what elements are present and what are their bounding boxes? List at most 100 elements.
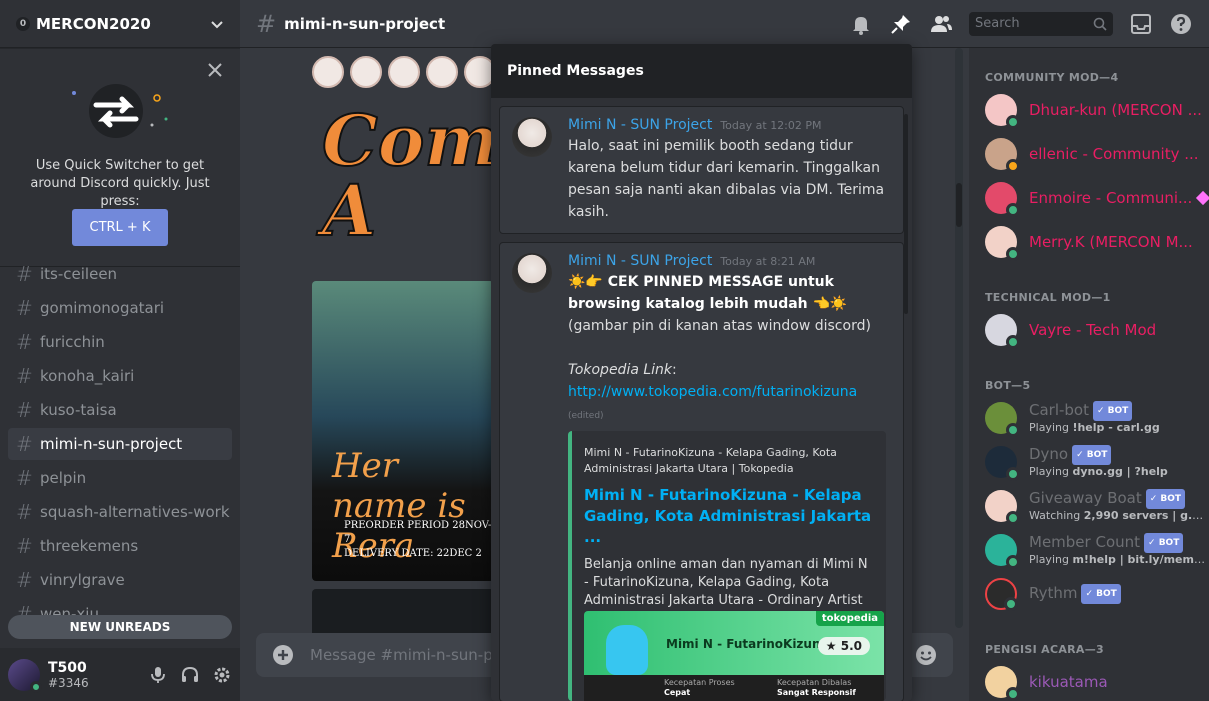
poster-text: PREORDER PERIOD 28NOV-7 DELIVERY DATE: 2… <box>344 519 494 561</box>
channel-item[interactable]: # threekemens <box>8 530 232 562</box>
member-item[interactable]: Vayre - Tech Mod <box>977 308 1209 352</box>
member-item[interactable]: Dhuar-kun (MERCON ... <box>977 88 1209 132</box>
online-status-icon <box>1006 555 1020 569</box>
channel-topbar: # mimi-n-sun-project Search <box>240 0 1209 48</box>
online-status-icon <box>1004 597 1018 611</box>
member-group-title: COMMUNITY MOD—4 <box>985 71 1119 84</box>
member-name: Vayre - Tech Mod <box>1029 321 1157 339</box>
hashtag-icon: # <box>16 534 33 558</box>
store-name: Mimi N - FutarinoKizun... <box>666 637 835 651</box>
bell-icon[interactable] <box>849 12 873 36</box>
member-item[interactable]: Rythm ✓ BOT <box>977 572 1209 616</box>
server-header[interactable]: 0 MERCON2020 <box>0 0 240 48</box>
inbox-icon[interactable] <box>1129 12 1153 36</box>
avatar[interactable] <box>512 253 552 293</box>
attachment-image[interactable] <box>312 589 494 633</box>
channel-item[interactable]: # konoha_kairi <box>8 360 232 392</box>
headphones-icon[interactable] <box>180 665 200 685</box>
scroll-track[interactable] <box>955 48 963 628</box>
sheep-emoji-icon <box>388 56 420 88</box>
member-item[interactable]: Member Count ✓ BOT Playing m!help | bit.ly… <box>977 528 1209 572</box>
member-name: Dyno <box>1029 445 1069 463</box>
bot-tag: ✓ BOT <box>1093 401 1133 421</box>
scrollbar-thumb[interactable] <box>904 114 908 314</box>
close-icon[interactable] <box>208 63 222 77</box>
embed-site-name: Mimi N - FutarinoKizuna - Kelapa Gading,… <box>584 446 837 475</box>
channel-item[interactable]: # gomimonogatari <box>8 292 232 324</box>
member-activity: m!help | bit.ly/membe... <box>1072 553 1209 566</box>
link-label: Tokopedia Link <box>568 362 673 378</box>
channel-item[interactable]: # squash-alternatives-work <box>8 496 232 528</box>
pinned-messages-popout: Pinned Messages Mimi N - SUN Project Tod… <box>491 44 912 701</box>
channel-label: konoha_kairi <box>40 367 135 385</box>
channel-item[interactable]: # kuso-taisa <box>8 394 232 426</box>
member-item[interactable]: Dyno ✓ BOT Playing dyno.gg | ?help <box>977 440 1209 484</box>
pin-icon[interactable] <box>889 12 913 36</box>
avatar <box>985 138 1020 173</box>
avatar[interactable] <box>8 658 42 693</box>
pinned-message[interactable]: Mimi N - SUN Project Today at 8:21 AM ☀️… <box>499 242 904 701</box>
store-rating: ★ 5.0 <box>817 637 870 655</box>
channel-label: squash-alternatives-work <box>40 503 230 521</box>
channel-item-active[interactable]: # mimi-n-sun-project <box>8 428 232 460</box>
bot-tag: ✓ BOT <box>1081 584 1121 604</box>
channel-list: # its-ceileen # gomimonogatari # furicchin … <box>0 258 240 628</box>
pinned-messages-title: Pinned Messages <box>491 44 912 98</box>
search-input[interactable]: Search <box>969 11 1113 36</box>
members-icon[interactable] <box>929 12 953 36</box>
member-item[interactable]: Enmoire - Communi... <box>977 176 1209 220</box>
tokopedia-link[interactable]: http://www.tokopedia.com/futarinokizuna <box>568 384 857 400</box>
member-group-title: BOT—5 <box>985 379 1031 392</box>
pinned-messages-list[interactable]: Mimi N - SUN Project Today at 12:02 PM H… <box>491 98 912 701</box>
member-item[interactable]: Merry.K (MERCON M... <box>977 220 1209 264</box>
channel-item[interactable]: # vinrylgrave <box>8 564 232 596</box>
channel-item[interactable]: # its-ceileen <box>8 258 232 290</box>
channel-label: threekemens <box>40 537 139 555</box>
channel-item[interactable]: # pelpin <box>8 462 232 494</box>
comic-poster-image[interactable]: Her name is Rera PREORDER PERIOD 28NOV-7… <box>312 281 494 581</box>
gear-icon[interactable] <box>212 665 232 685</box>
hashtag-icon: # <box>16 432 33 456</box>
poster-preorder-text: PREORDER PERIOD 28NOV-7 <box>344 520 492 545</box>
member-name: Enmoire - Communi... <box>1029 189 1193 207</box>
channel-item[interactable]: # furicchin <box>8 326 232 358</box>
bot-tag: ✓ BOT <box>1072 445 1112 465</box>
microphone-icon[interactable] <box>148 665 168 685</box>
member-name: Dhuar-kun (MERCON ... <box>1029 101 1202 119</box>
message-author[interactable]: Mimi N - SUN Project <box>568 253 712 269</box>
online-status-icon <box>30 680 42 693</box>
scrollbar-thumb[interactable] <box>956 183 962 227</box>
user-info[interactable]: T500 #3346 <box>48 660 136 690</box>
hashtag-icon: # <box>16 296 33 320</box>
chevron-down-icon[interactable] <box>210 17 224 31</box>
online-status-icon <box>1006 467 1020 481</box>
comic-banner-image[interactable]: Comi A <box>321 105 526 276</box>
channel-label: pelpin <box>40 469 87 487</box>
member-item[interactable]: ellenic - Community ... <box>977 132 1209 176</box>
add-attachment-icon[interactable] <box>272 644 294 666</box>
message-text: Halo, saat ini pemilik booth sedang tidu… <box>568 138 885 220</box>
member-activity: 2,990 servers | g.help <box>1083 509 1209 522</box>
member-list: COMMUNITY MOD—4 Dhuar-kun (MERCON ... el… <box>969 48 1209 701</box>
boost-icon <box>1196 190 1209 206</box>
member-item[interactable]: kikuatama <box>977 660 1209 701</box>
online-status-icon <box>1006 511 1020 525</box>
avatar[interactable] <box>512 117 552 157</box>
hashtag-icon: # <box>16 330 33 354</box>
embed-image[interactable]: tokopedia Mimi N - FutarinoKizun... ★ 5.… <box>584 611 884 701</box>
user-tag: #3346 <box>48 675 89 690</box>
message-note: (gambar pin di kanan atas window discord… <box>568 318 871 334</box>
emoji-row <box>312 56 496 88</box>
new-unreads-button[interactable]: NEW UNREADS <box>8 615 232 639</box>
message-author[interactable]: Mimi N - SUN Project <box>568 117 712 133</box>
pinned-message[interactable]: Mimi N - SUN Project Today at 12:02 PM H… <box>499 106 904 234</box>
help-icon[interactable] <box>1169 12 1193 36</box>
channel-label: gomimonogatari <box>40 299 165 317</box>
member-item[interactable]: Giveaway Boat ✓ BOT Watching 2,990 servers… <box>977 484 1209 528</box>
member-item[interactable]: Carl-bot ✓ BOT Playing !help - carl.gg <box>977 396 1209 440</box>
quick-switcher-shortcut-button[interactable]: CTRL + K <box>72 209 168 246</box>
mascot-icon <box>606 625 648 675</box>
embed-title-link[interactable]: Mimi N - FutarinoKizuna - Kelapa Gading,… <box>584 485 872 548</box>
emoji-picker-icon[interactable] <box>915 644 937 666</box>
online-status-icon <box>1006 115 1020 129</box>
